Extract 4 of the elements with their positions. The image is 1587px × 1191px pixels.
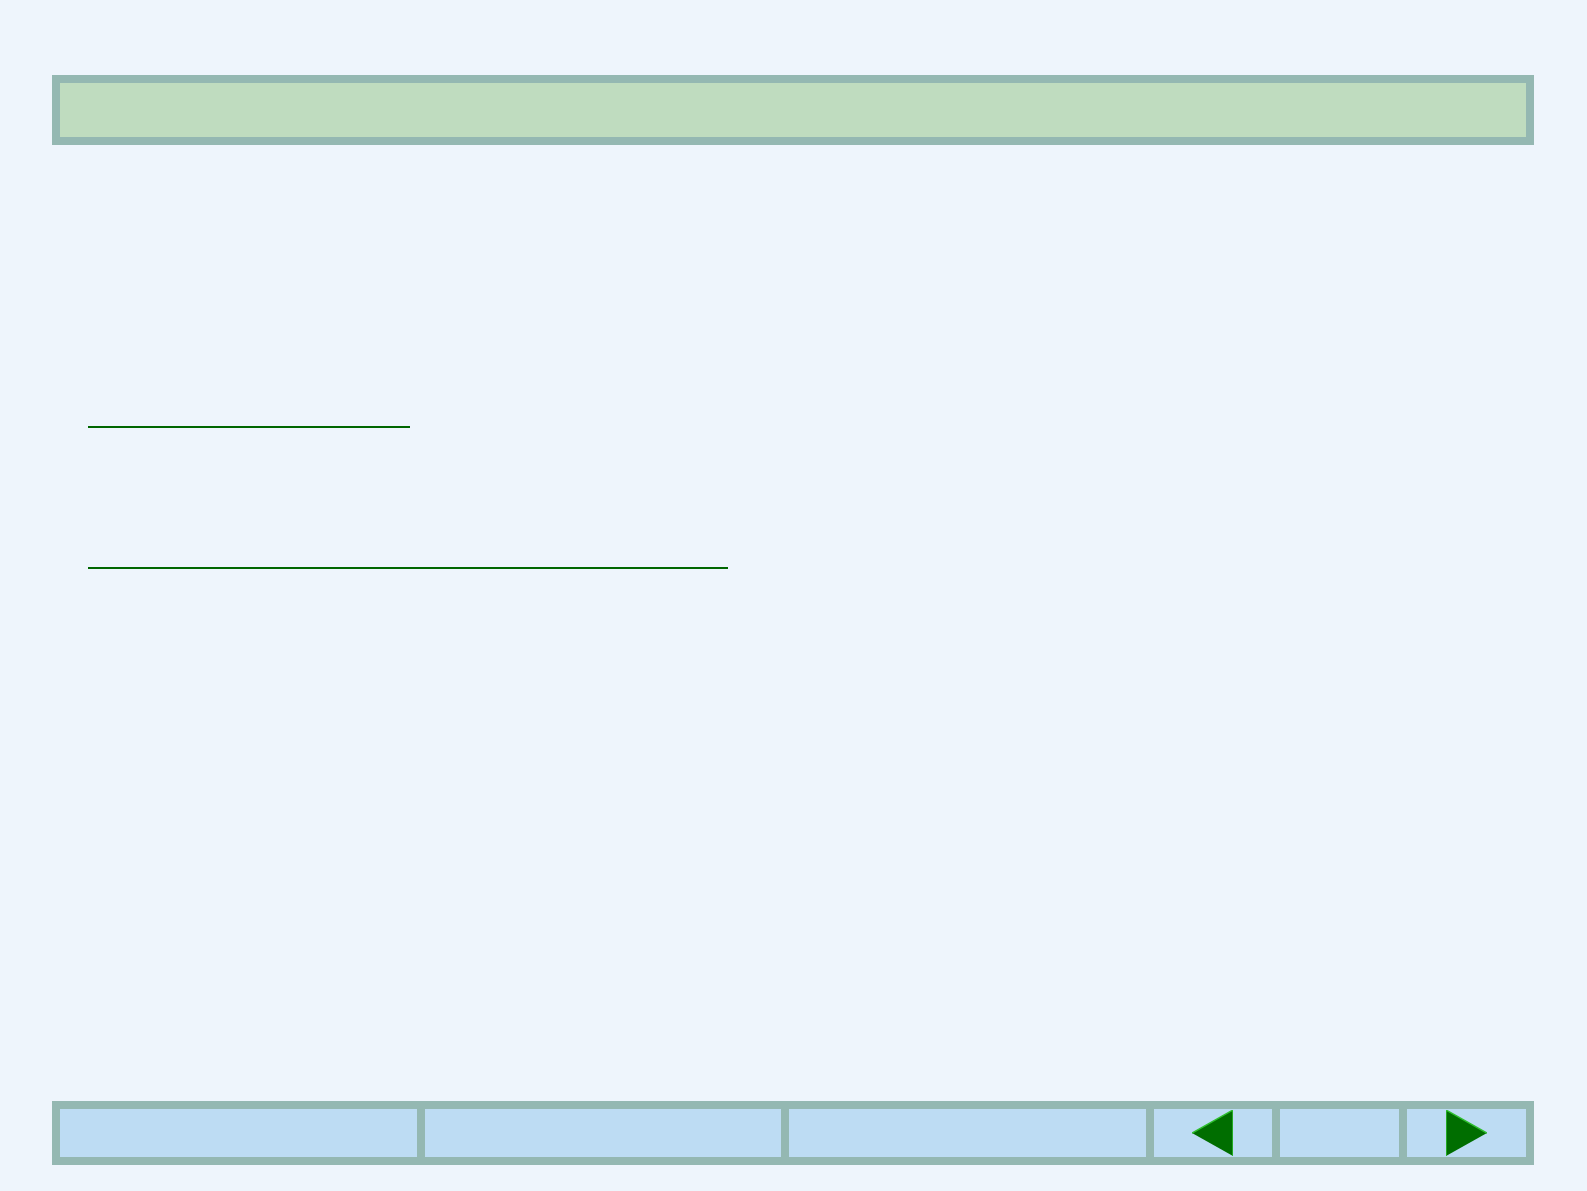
right-triangle-icon (1446, 1110, 1488, 1156)
left-triangle-icon (1192, 1110, 1234, 1156)
previous-button[interactable] (1153, 1109, 1273, 1157)
next-button[interactable] (1407, 1109, 1526, 1157)
